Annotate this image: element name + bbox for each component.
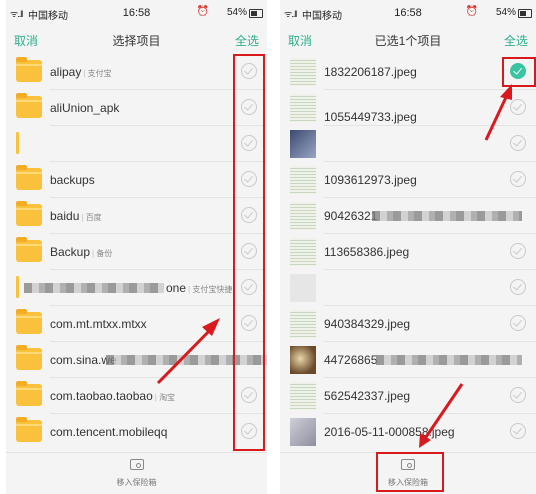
right-screen: ᯤ..ll 中国移动 16:58 ⏰ 54% 取消 已选1个项目 全选 1832… [280,0,536,494]
annotation-arrow [156,318,220,385]
annotation-arrow [419,84,512,448]
left-screen: ᯤ..ll 中国移动 16:58 ⏰ 54% 取消 选择项目 全选 alipay… [6,0,267,494]
